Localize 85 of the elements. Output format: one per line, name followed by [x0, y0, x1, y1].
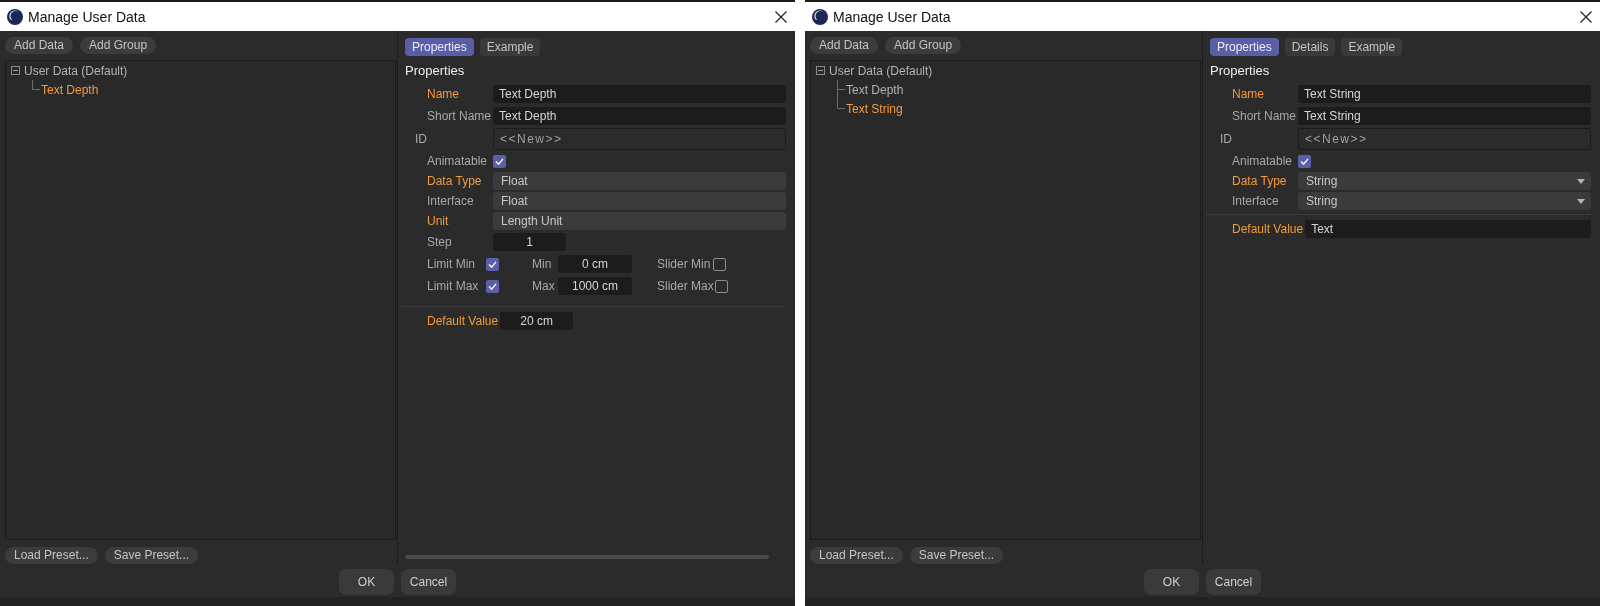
field-label: Data Type	[1232, 174, 1288, 188]
field-label: Default Value	[1232, 222, 1305, 236]
close-icon	[775, 10, 787, 23]
field-label: Short Name	[1232, 109, 1298, 123]
checkmark-icon	[488, 260, 497, 268]
number-field[interactable]: 1	[493, 233, 566, 251]
caret-icon	[1577, 198, 1585, 204]
toolbar-button[interactable]: Add Data	[5, 37, 74, 54]
checkbox[interactable]	[713, 257, 726, 271]
field-label: Limit Max	[427, 279, 480, 293]
field-label: Max	[532, 279, 556, 293]
close-button[interactable]	[1580, 10, 1592, 23]
field-label: Animatable	[1232, 154, 1294, 168]
dialog-button[interactable]: OK	[1144, 569, 1199, 595]
close-icon	[1580, 10, 1592, 23]
preset-button[interactable]: Save Preset...	[909, 547, 1004, 564]
collapse-icon[interactable]	[11, 66, 20, 75]
tree-item[interactable]: Text Depth	[846, 82, 904, 97]
app-icon	[7, 8, 23, 25]
collapse-icon[interactable]	[816, 66, 825, 75]
field-label: Slider Max	[657, 279, 715, 293]
field-label: ID	[1220, 132, 1233, 146]
number-field[interactable]: 0 cm	[558, 255, 632, 273]
checkbox[interactable]	[1298, 154, 1311, 168]
field-label: Slider Min	[657, 257, 712, 271]
tab[interactable]: Details	[1284, 38, 1336, 56]
field-label: Limit Min	[427, 257, 476, 271]
tree-item[interactable]: User Data (Default)	[24, 63, 128, 78]
field-label: Short Name	[427, 109, 493, 123]
dialog-button[interactable]: Cancel	[1206, 569, 1261, 595]
text-field[interactable]: Text String	[1298, 107, 1591, 125]
checkmark-icon	[1300, 157, 1309, 165]
dropdown-field[interactable]: Length Unit	[493, 212, 786, 230]
field-label: Name	[427, 87, 460, 101]
section-heading: Properties	[1210, 63, 1271, 79]
tab[interactable]: Example	[1341, 38, 1403, 56]
checkmark-icon	[495, 157, 504, 165]
tree-connector-line	[32, 80, 40, 90]
field-label: Unit	[427, 214, 450, 228]
field-label: Name	[1232, 87, 1265, 101]
text-field[interactable]: Text	[1305, 220, 1591, 238]
field-label: ID	[415, 132, 428, 146]
text-field[interactable]: Text String	[1298, 85, 1591, 103]
field-label: Data Type	[427, 174, 483, 188]
field-label: Interface	[1232, 194, 1280, 208]
checkbox[interactable]	[486, 257, 499, 271]
text-field[interactable]: Text Depth	[493, 85, 786, 103]
field-label: Step	[427, 235, 453, 249]
toolbar-button[interactable]: Add Data	[810, 37, 879, 54]
preset-button[interactable]: Load Preset...	[5, 547, 98, 564]
toolbar-button[interactable]: Add Group	[885, 37, 962, 54]
tree-item[interactable]: Text String	[846, 101, 903, 116]
dropdown-field[interactable]: Float	[493, 192, 786, 210]
field-label: Animatable	[427, 154, 489, 168]
checkbox[interactable]	[714, 279, 728, 293]
tab[interactable]: Properties	[405, 38, 474, 56]
close-button[interactable]	[775, 10, 787, 23]
dropdown-field[interactable]: String	[1298, 172, 1591, 190]
section-heading: Properties	[405, 63, 466, 79]
field-label: Interface	[427, 194, 475, 208]
preset-button[interactable]: Load Preset...	[810, 547, 903, 564]
tab[interactable]: Properties	[1210, 38, 1279, 56]
id-field[interactable]: <<New>>	[1298, 128, 1591, 150]
window-title: Manage User Data	[833, 8, 951, 25]
checkbox[interactable]	[486, 279, 499, 293]
dropdown-field[interactable]: Float	[493, 172, 786, 190]
caret-icon	[1577, 178, 1585, 184]
number-field[interactable]: 20 cm	[500, 312, 574, 330]
id-field[interactable]: <<New>>	[493, 128, 786, 150]
checkbox[interactable]	[493, 154, 506, 168]
dropdown-field[interactable]: String	[1298, 192, 1591, 210]
checkmark-icon	[488, 282, 497, 290]
tree-item[interactable]: User Data (Default)	[829, 63, 933, 78]
dialog-button[interactable]: Cancel	[401, 569, 456, 595]
window-title: Manage User Data	[28, 8, 146, 25]
tree-item[interactable]: Text Depth	[41, 82, 99, 97]
field-label: Min	[532, 257, 553, 271]
dialog-button[interactable]: OK	[339, 569, 394, 595]
field-label: Default Value	[427, 314, 500, 328]
preset-button[interactable]: Save Preset...	[104, 547, 199, 564]
number-field[interactable]: 1000 cm	[558, 277, 632, 295]
toolbar-button[interactable]: Add Group	[80, 37, 157, 54]
text-field[interactable]: Text Depth	[493, 107, 786, 125]
app-icon	[812, 8, 828, 25]
tab[interactable]: Example	[479, 38, 541, 56]
